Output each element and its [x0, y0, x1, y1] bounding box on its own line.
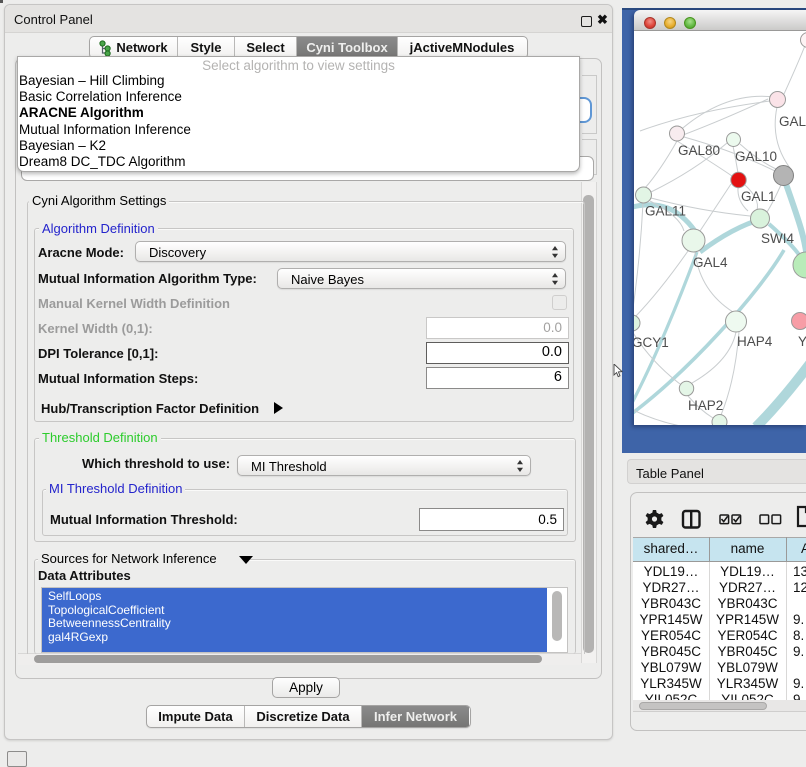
svg-text:HAP4: HAP4 — [737, 334, 773, 349]
svg-text:GAL4: GAL4 — [693, 255, 728, 270]
svg-text:GAL80: GAL80 — [678, 143, 720, 158]
svg-text:GAL10: GAL10 — [735, 149, 777, 164]
svg-text:Y: Y — [798, 334, 806, 349]
svg-text:GAL7: GAL7 — [779, 114, 806, 129]
svg-text:GCY1: GCY1 — [634, 335, 669, 350]
svg-text:GAL1: GAL1 — [741, 189, 776, 204]
svg-text:SWI4: SWI4 — [761, 231, 794, 246]
svg-text:GAL11: GAL11 — [645, 204, 686, 219]
svg-text:HAP2: HAP2 — [688, 398, 723, 413]
